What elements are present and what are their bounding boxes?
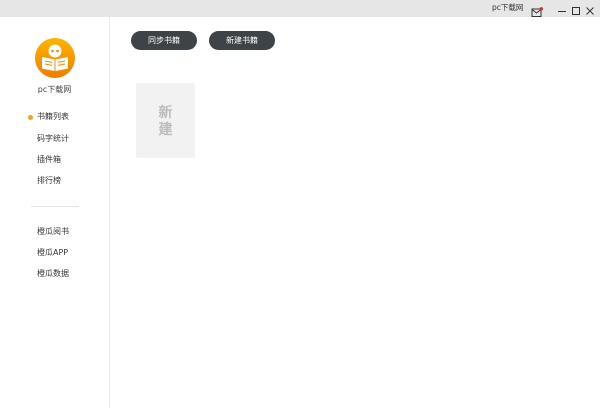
- title-bar: pc下载网: [0, 0, 600, 17]
- brand-label: pc下载网: [37, 85, 72, 94]
- new-card-text-line2: 建: [158, 122, 173, 138]
- minimize-icon[interactable]: [556, 2, 568, 14]
- new-book-button[interactable]: 新建书籍: [209, 31, 275, 50]
- sidebar-item-word-stats[interactable]: 码字统计: [37, 133, 69, 145]
- sidebar-item-ranking[interactable]: 排行榜: [37, 175, 61, 187]
- book-reader-logo-icon: [35, 38, 75, 78]
- mail-icon[interactable]: [531, 3, 543, 17]
- sync-books-button[interactable]: 同步书籍: [131, 31, 197, 50]
- new-book-card[interactable]: 新 建: [136, 83, 195, 158]
- new-card-text-line1: 新: [158, 105, 173, 121]
- sidebar-divider: [31, 206, 79, 207]
- sidebar-item-book-list[interactable]: 书籍列表: [37, 111, 69, 123]
- sidebar-link-chenggua-data[interactable]: 橙瓜数据: [37, 268, 69, 280]
- sidebar-item-plugins[interactable]: 插件箱: [37, 154, 61, 166]
- active-indicator-dot: [28, 115, 33, 120]
- sidebar: pc下载网 书籍列表 码字统计 插件箱 排行榜 橙瓜阅书 橙瓜APP 橙瓜数据: [0, 17, 110, 408]
- sidebar-link-chenggua-app[interactable]: 橙瓜APP: [37, 247, 68, 259]
- maximize-icon[interactable]: [570, 2, 582, 15]
- sidebar-link-chenggua-reader[interactable]: 橙瓜阅书: [37, 226, 69, 238]
- close-icon[interactable]: [584, 2, 596, 15]
- user-name-label[interactable]: pc下载网: [492, 2, 523, 14]
